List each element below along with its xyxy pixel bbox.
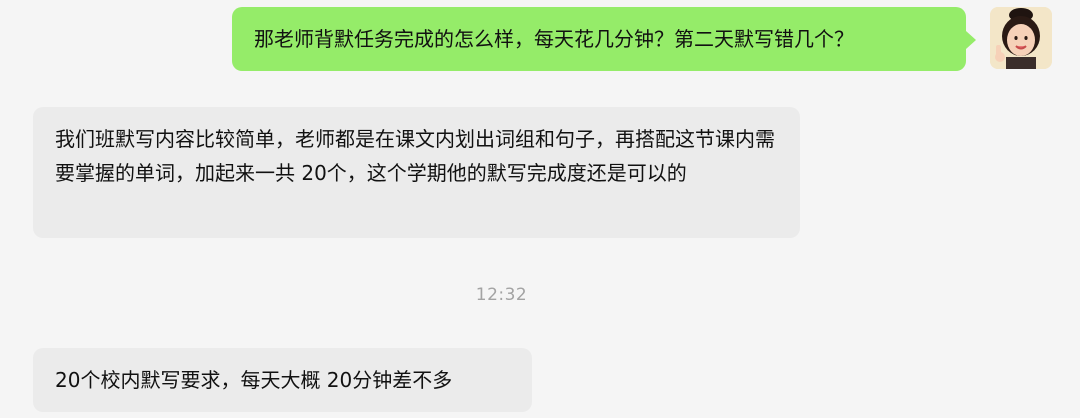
child-avatar-icon [990, 7, 1052, 69]
message-timestamp: 12:32 [475, 285, 528, 305]
incoming-message-bubble[interactable]: 20个校内默写要求，每天大概 20分钟差不多 [33, 348, 532, 412]
outgoing-message-bubble[interactable]: 那老师背默任务完成的怎么样，每天花几分钟？第二天默写错几个？ [232, 7, 966, 71]
chat-thread: 那老师背默任务完成的怎么样，每天花几分钟？第二天默写错几个？ 我们班默写内容比较… [0, 0, 1080, 418]
outgoing-bubble-tail [966, 31, 976, 49]
user-avatar[interactable] [990, 7, 1052, 69]
incoming-message-bubble[interactable]: 我们班默写内容比较简单，老师都是在课文内划出词组和句子，再搭配这节课内需要掌握的… [33, 107, 800, 238]
